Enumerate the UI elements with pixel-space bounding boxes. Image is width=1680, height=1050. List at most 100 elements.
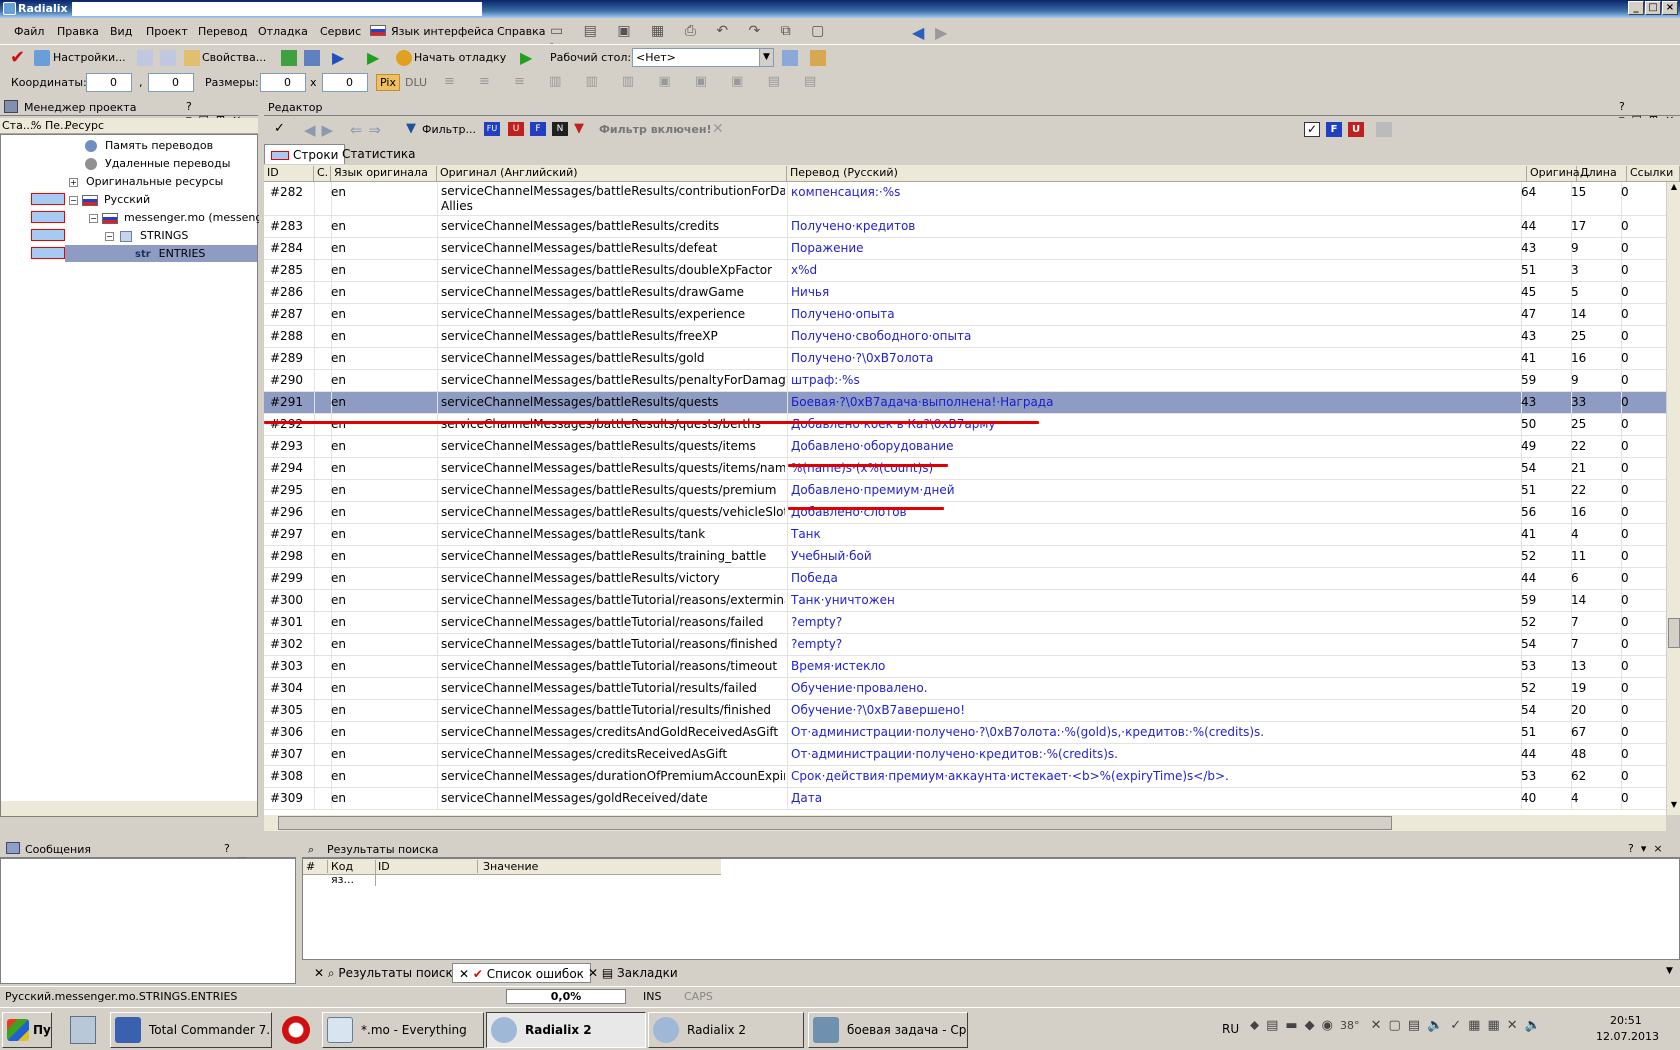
col-refs[interactable]: Ссылки [1627,166,1680,181]
table-row[interactable]: #290 en serviceChannelMessages/battleResul… [264,370,1666,392]
calculator-icon[interactable] [70,1016,96,1044]
minimize-button[interactable]: _ [1628,1,1644,15]
menu-help[interactable]: Справка [497,25,545,38]
workspace2-icon[interactable] [810,50,826,66]
expand-icon[interactable]: + [69,177,78,187]
filter-icon[interactable] [304,50,320,66]
task-everything[interactable]: *.mo - Everything [322,1012,484,1048]
scroll-up-icon[interactable]: ▲ [1668,182,1680,196]
search-controls-icons[interactable]: ?▾× [1628,842,1670,855]
u-icon[interactable]: U [508,122,524,136]
checkbox-icon[interactable]: ✓ [1304,122,1320,137]
maximize-button[interactable]: □ [1645,1,1661,15]
table-row[interactable]: #302 en serviceChannelMessages/battleTutor… [264,634,1666,656]
align-tools-icons[interactable]: ≡ ≡ ≡ ▥ ▥ ▥ ▣ ▣ ▣ ▤ ▤ [444,74,826,89]
tree-item-deleted[interactable]: Удаленные переводы [85,155,230,172]
task-paint[interactable]: боевая задача - Сре... [808,1012,968,1048]
menu-project[interactable]: Проект [146,25,188,38]
task-radialix[interactable]: Radialix 2 [648,1012,804,1048]
col-status[interactable]: Ста... [2,119,33,132]
table-row[interactable]: #307 en serviceChannelMessages/creditsRece… [264,744,1666,766]
col-value[interactable]: Значение [483,860,538,873]
table-row[interactable]: #300 en serviceChannelMessages/battleTutor… [264,590,1666,612]
task-total-commander[interactable]: Total Commander 7.5... [110,1012,272,1048]
menu-interface-language[interactable]: Язык интерфейса [391,25,494,38]
quick-toolbar-icons[interactable]: ▭ ▤ ▣ ▦ ⎙ ↶ ↷ ⧉ ▢ ✂ ⌕ ⌕ [550,23,850,55]
menu-translate[interactable]: Перевод [198,25,248,38]
col-trans-length[interactable]: Длина п... [1577,166,1627,192]
workspace-select[interactable]: <Нет> ▼ [632,48,774,67]
tree-item-entries[interactable]: str ENTRIES [65,245,257,262]
tree-item-messenger[interactable]: − messenger.mo (messenger.m [89,209,259,226]
grid-hscroll[interactable] [264,815,1666,831]
play-icon[interactable]: ▶ [367,48,379,67]
col-lang-code[interactable]: Код яз... [331,860,376,886]
tree-item-tm[interactable]: Память переводов [85,137,213,154]
col-search-id[interactable]: ID [378,860,478,873]
coord-y-input[interactable]: 0 [148,73,194,92]
col-num[interactable]: # [306,860,328,873]
col-orig-length[interactable]: Оригина... [1527,166,1590,181]
table-row[interactable]: #299 en serviceChannelMessages/battleResul… [264,568,1666,590]
table-row[interactable]: #304 en serviceChannelMessages/battleTutor… [264,678,1666,700]
tree-item-strings[interactable]: − STRINGS [105,227,188,244]
col-s[interactable]: С. [314,166,331,181]
check-icon[interactable]: ✔ [10,47,25,68]
scroll-down-icon[interactable]: ▼ [1668,800,1680,814]
filter-button[interactable]: Фильтр... [422,123,476,136]
table-row[interactable]: #289 en serviceChannelMessages/battleResul… [264,348,1666,370]
collapse-icon[interactable]: − [69,195,78,205]
refresh-icon[interactable] [281,50,297,66]
size-h-input[interactable]: 0 [322,73,368,92]
table-row[interactable]: #282 en serviceChannelMessages/battleResul… [264,182,1666,216]
tab-error-list[interactable]: ✕ ✔ Список ошибок [452,963,591,983]
u-toggle-icon[interactable]: U [1348,122,1364,137]
tray-icons[interactable]: ⬥▤▬◆◉38° ✕▢▤🔈✓▦▦✕🔈 [1250,1018,1560,1040]
back-arrow-icon[interactable]: ◀ [912,23,924,42]
extra-icon[interactable] [1376,122,1392,137]
tab-bookmarks[interactable]: ✕ ▤ Закладки [582,963,684,983]
f-toggle-icon[interactable]: F [1326,122,1342,137]
table-row[interactable]: #309 en serviceChannelMessages/goldReceive… [264,788,1666,810]
menu-edit[interactable]: Правка [57,25,99,38]
menu-view[interactable]: Вид [110,25,132,38]
settings-button[interactable]: Настройки... [53,51,126,64]
hscroll-thumb[interactable] [278,816,1392,830]
opera-icon[interactable] [282,1016,310,1044]
nav-arrows-icon[interactable]: ◀▶ ⇐⇒ [304,121,387,139]
table-row[interactable]: #305 en serviceChannelMessages/battleTutor… [264,700,1666,722]
table-row[interactable]: #283 en serviceChannelMessages/battleResul… [264,216,1666,238]
table-row[interactable]: #291 en serviceChannelMessages/battleResul… [264,392,1666,414]
filter-icon[interactable]: ▼ [406,121,416,136]
tab-strings[interactable]: Строки [264,144,346,164]
dlu-toggle[interactable]: DLU [405,76,427,89]
scroll-thumb[interactable] [1668,618,1680,648]
workspace-icon[interactable] [782,50,798,66]
doc2-icon[interactable] [160,50,176,66]
approve-icon[interactable]: ✓ [274,121,285,136]
table-row[interactable]: #294 en serviceChannelMessages/battleResul… [264,458,1666,480]
coord-x-input[interactable]: 0 [86,73,132,92]
tabs-dropdown-icon[interactable]: ▼ [1666,966,1673,976]
close-button[interactable]: × [1662,1,1678,15]
table-row[interactable]: #285 en serviceChannelMessages/battleResul… [264,260,1666,282]
table-row[interactable]: #298 en serviceChannelMessages/battleResul… [264,546,1666,568]
table-row[interactable]: #292 en serviceChannelMessages/battleResul… [264,414,1666,436]
menu-file[interactable]: Файл [14,25,44,38]
f-icon[interactable]: F [530,122,546,136]
table-row[interactable]: #288 en serviceChannelMessages/battleResul… [264,326,1666,348]
tree-item-russian[interactable]: − Русский [69,191,150,208]
table-row[interactable]: #306 en serviceChannelMessages/creditsAndG… [264,722,1666,744]
step-icon[interactable]: ▶ [520,48,532,67]
menu-debug[interactable]: Отладка [258,25,308,38]
tab-search-results[interactable]: ✕ ⌕ Результаты поиска [308,963,466,983]
start-debug-button[interactable]: Начать отладку [414,51,506,64]
language-indicator[interactable]: RU [1222,1022,1239,1036]
collapse-icon[interactable]: − [89,213,98,223]
table-row[interactable]: #303 en serviceChannelMessages/battleTutor… [264,656,1666,678]
table-row[interactable]: #284 en serviceChannelMessages/battleResul… [264,238,1666,260]
size-w-input[interactable]: 0 [260,73,306,92]
menu-service[interactable]: Сервис [320,25,361,38]
doc-icon[interactable] [137,50,153,66]
table-row[interactable]: #308 en serviceChannelMessages/durationOfP… [264,766,1666,788]
